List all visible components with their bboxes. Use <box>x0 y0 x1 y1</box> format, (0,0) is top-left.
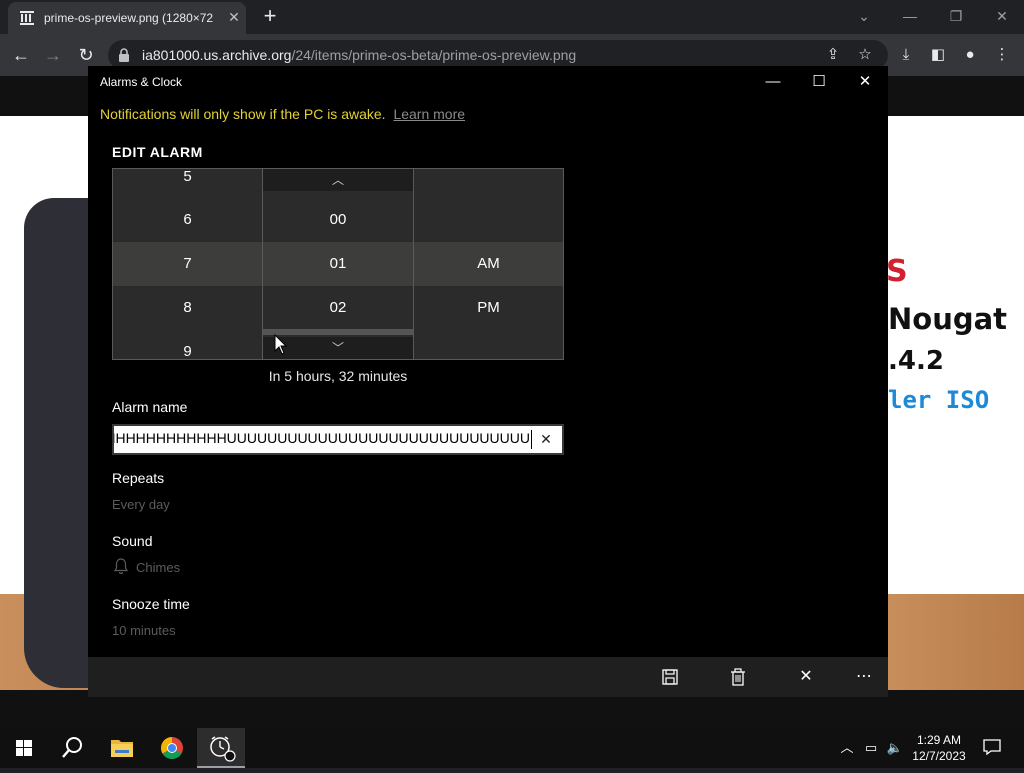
period-column[interactable]: AM PM <box>414 169 563 359</box>
period-item-selected[interactable]: AM <box>414 242 563 286</box>
period-item[interactable]: PM <box>414 286 563 330</box>
lock-icon <box>119 48 129 62</box>
search-icon[interactable] <box>48 728 96 768</box>
alarm-name-input[interactable]: HHHHHHHHHHHHHHHHHHHUUUUUUUUUUUUUUUUUUUUU… <box>112 424 564 455</box>
file-explorer-icon[interactable] <box>98 728 146 768</box>
url-path: /24/items/prime-os-beta/prime-os-preview… <box>291 47 577 63</box>
browser-close-icon[interactable]: ✕ <box>988 4 1016 28</box>
forward-arrow-icon[interactable]: → <box>40 42 66 68</box>
cancel-icon[interactable]: ✕ <box>786 657 826 697</box>
show-hidden-icons-chevron-icon[interactable]: ︿ <box>838 738 856 758</box>
clear-text-icon[interactable]: ✕ <box>536 429 556 449</box>
window-titlebar[interactable]: Alarms & Clock — ☐ ✕ <box>88 66 888 98</box>
learn-more-link[interactable]: Learn more <box>393 106 465 122</box>
minimize-icon[interactable]: — <box>750 66 796 98</box>
back-arrow-icon[interactable]: ← <box>8 42 34 68</box>
minute-item[interactable]: 02 <box>263 286 413 330</box>
notifications-icon[interactable] <box>980 737 1004 757</box>
time-picker[interactable]: 5 6 7 8 9 ︿ 00 01 02 ﹀ AM PM <box>112 168 564 360</box>
text-caret <box>531 430 532 449</box>
minute-item-selected[interactable]: 01 <box>263 242 413 286</box>
maximize-icon[interactable]: ☐ <box>796 66 842 98</box>
side-panel-icon[interactable]: ◧ <box>925 42 951 68</box>
alarm-name-value: HHHHHHHHHHHHHHHHHHHUUUUUUUUUUUUUUUUUUUUU… <box>114 430 530 446</box>
command-bar: ✕ ⋯ <box>88 657 888 697</box>
browser-menu-icon[interactable]: ⋮ <box>989 42 1015 68</box>
chrome-icon[interactable] <box>148 728 196 768</box>
chevron-up-icon[interactable]: ︿ <box>263 169 413 191</box>
tab-close-icon[interactable]: ✕ <box>226 9 242 25</box>
window-title: Alarms & Clock <box>100 75 183 89</box>
share-icon[interactable]: ⇪ <box>820 42 846 68</box>
sound-label: Sound <box>112 533 153 549</box>
bookmark-star-icon[interactable]: ☆ <box>852 42 878 68</box>
windows-start-icon[interactable] <box>0 728 48 768</box>
hour-item[interactable]: 8 <box>113 286 262 330</box>
hour-item[interactable]: 5 <box>113 169 262 199</box>
repeats-label: Repeats <box>112 470 165 486</box>
browser-minimize-icon[interactable]: — <box>896 4 924 28</box>
taskbar: ︿ ▭ 🔈 1:29 AM 12/7/2023 <box>0 728 1024 768</box>
sound-value[interactable]: Chimes <box>136 560 180 575</box>
url-text: ia801000.us.archive.org/24/items/prime-o… <box>142 47 576 63</box>
snooze-value[interactable]: 10 minutes <box>112 623 176 638</box>
bell-icon <box>114 558 128 574</box>
promo-line-2: Nougat <box>888 302 1008 336</box>
close-window-icon[interactable]: ✕ <box>842 66 888 98</box>
promo-line-3: .4.2 <box>888 346 944 376</box>
browser-tab-strip: prime-os-preview.png (1280×72 ✕ + ⌄ — ❐ … <box>0 0 1024 34</box>
mouse-cursor-icon <box>274 334 288 355</box>
hour-item-selected[interactable]: 7 <box>113 242 262 286</box>
delete-icon[interactable] <box>718 657 758 697</box>
promo-line-4: ler ISO <box>888 386 990 414</box>
snooze-label: Snooze time <box>112 596 190 612</box>
browser-restore-icon[interactable]: ❐ <box>942 4 970 28</box>
clock-time: 1:29 AM <box>916 733 962 747</box>
notice-text: Notifications will only show if the PC i… <box>100 106 386 122</box>
system-clock[interactable]: 1:29 AM 12/7/2023 <box>906 732 972 764</box>
alarm-name-label: Alarm name <box>112 399 188 415</box>
awake-notice: Notifications will only show if the PC i… <box>100 106 465 122</box>
minute-column[interactable]: ︿ 00 01 02 ﹀ <box>263 169 414 359</box>
alarm-clock-icon <box>210 736 236 762</box>
repeats-value[interactable]: Every day <box>112 497 170 512</box>
archive-favicon-icon <box>20 11 34 25</box>
clock-date: 12/7/2023 <box>912 749 966 763</box>
browser-tab[interactable]: prime-os-preview.png (1280×72 ✕ <box>8 2 246 34</box>
alarms-taskbar-button[interactable] <box>197 728 245 768</box>
profile-avatar-icon[interactable]: ● <box>957 42 983 68</box>
network-icon[interactable]: ▭ <box>860 738 882 758</box>
hour-item[interactable]: 6 <box>113 198 262 242</box>
time-until-text: In 5 hours, 32 minutes <box>268 368 408 384</box>
new-tab-button[interactable]: + <box>258 5 282 29</box>
save-icon[interactable] <box>650 657 690 697</box>
volume-muted-icon[interactable]: 🔈 <box>884 738 906 758</box>
tab-search-chevron-icon[interactable]: ⌄ <box>850 4 878 28</box>
minute-item[interactable]: 00 <box>263 198 413 242</box>
hour-column[interactable]: 5 6 7 8 9 <box>113 169 263 359</box>
promo-line-1: S <box>886 254 908 289</box>
tab-title: prime-os-preview.png (1280×72 <box>44 11 214 25</box>
download-icon[interactable]: ⤓ <box>893 42 919 68</box>
more-options-icon[interactable]: ⋯ <box>844 657 884 697</box>
device-image <box>24 198 88 688</box>
url-domain: ia801000.us.archive.org <box>142 47 292 63</box>
action-center-icon <box>983 739 1001 756</box>
reload-icon[interactable]: ↻ <box>73 42 99 68</box>
page-title: EDIT ALARM <box>112 144 203 160</box>
hour-item[interactable]: 9 <box>113 330 262 359</box>
alarms-window: Alarms & Clock — ☐ ✕ Notifications will … <box>88 66 888 697</box>
